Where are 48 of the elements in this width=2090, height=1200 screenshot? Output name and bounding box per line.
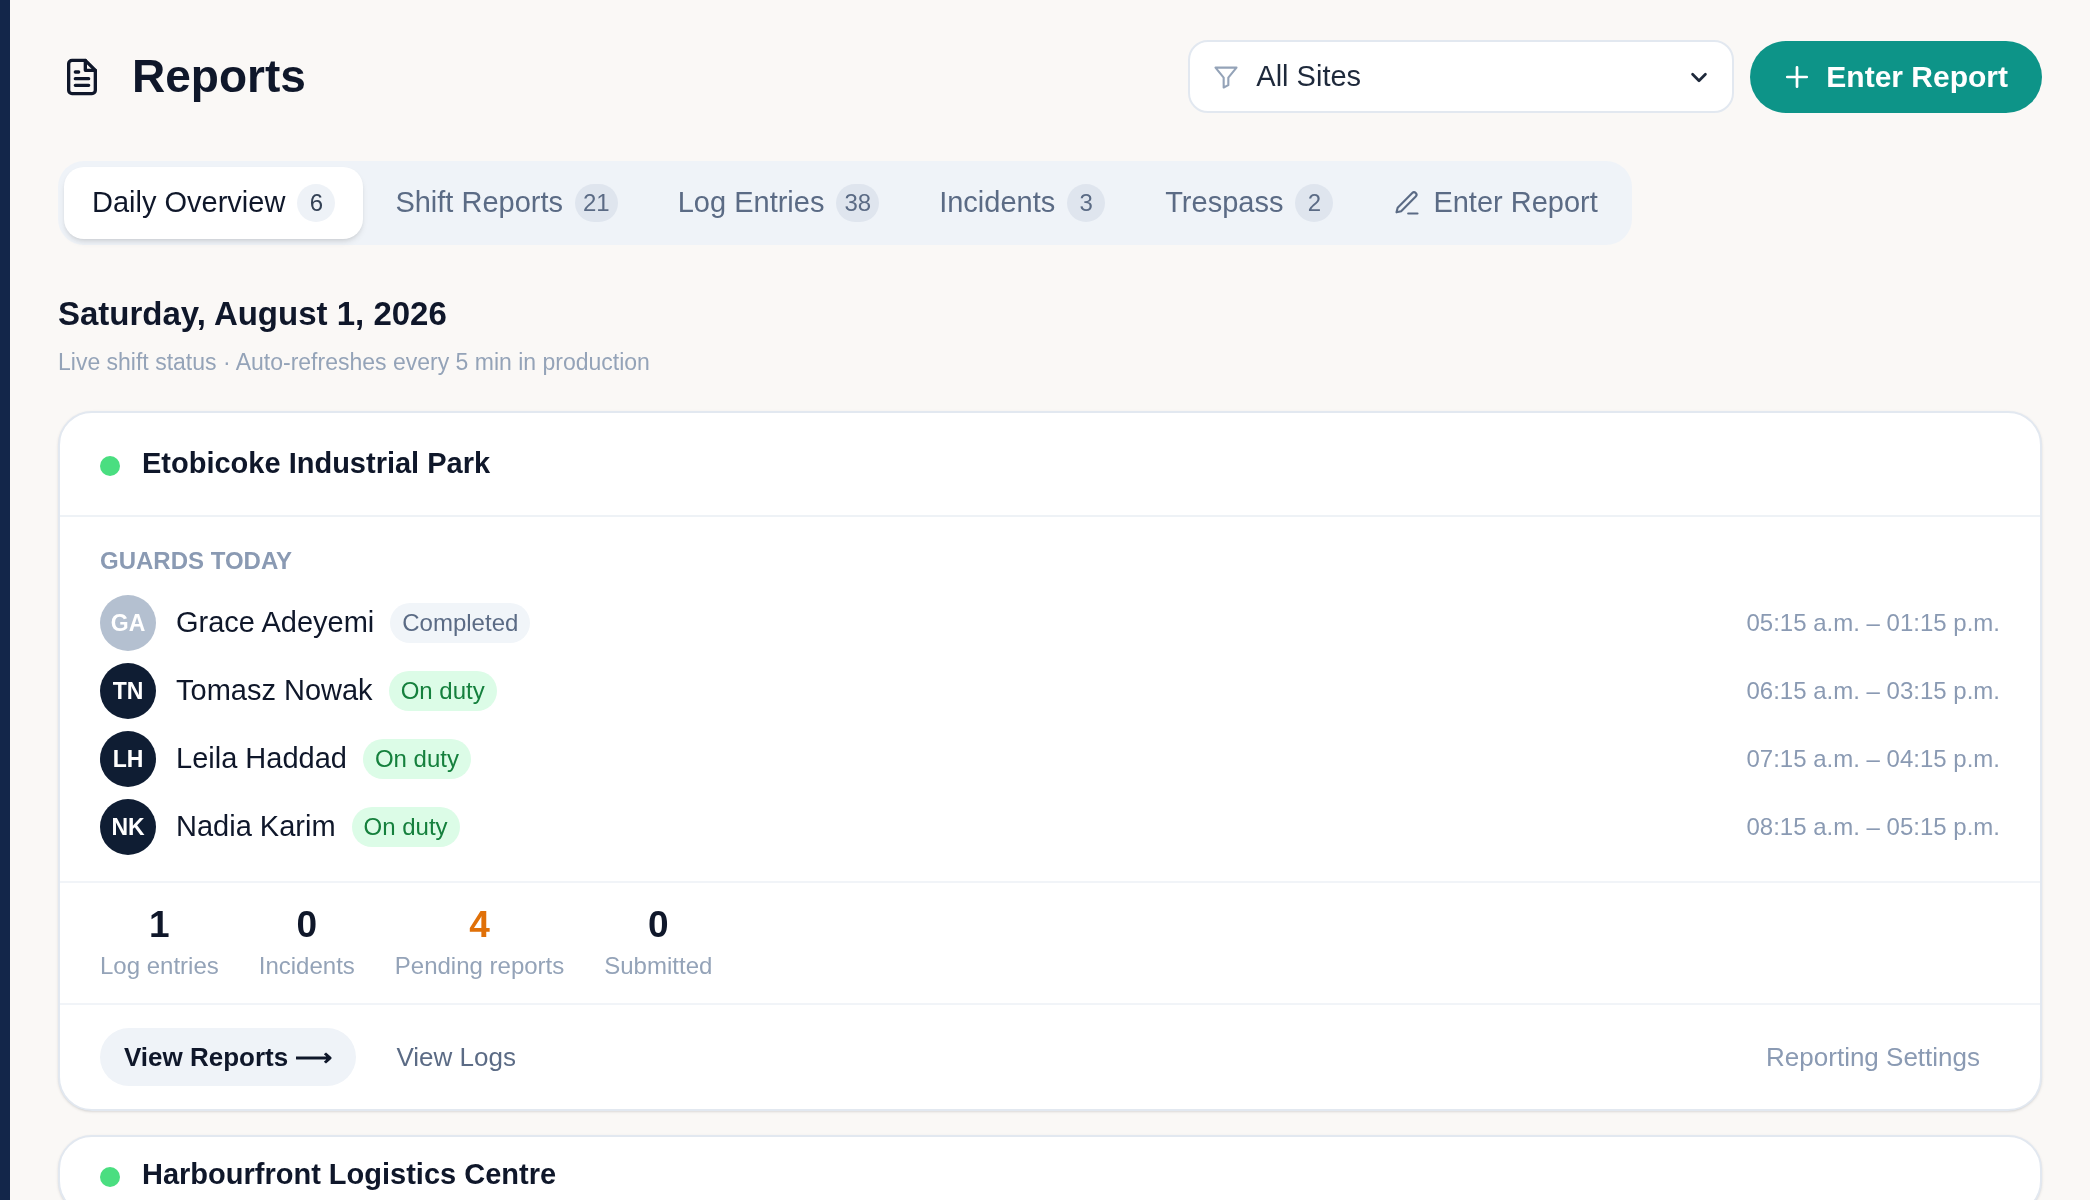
reporting-settings-link[interactable]: Reporting Settings: [1766, 1037, 1980, 1077]
stat-label: Submitted: [604, 951, 713, 982]
plus-icon: [1784, 63, 1811, 90]
stat-label: Pending reports: [394, 951, 565, 982]
avatar: GA: [100, 595, 156, 651]
tab[interactable]: Log Entries 38: [649, 167, 908, 239]
avatar: NK: [100, 799, 156, 855]
stat-value: 0: [648, 902, 669, 947]
status-badge: Completed: [390, 603, 531, 643]
shift-time: 08:15 a.m. – 05:15 p.m.: [1746, 812, 2000, 842]
tab-count-badge: 3: [1067, 184, 1106, 222]
section-label: GUARDS TODAY: [100, 546, 294, 576]
avatar: LH: [100, 731, 156, 787]
guard-name: Tomasz Nowak: [176, 673, 373, 709]
status-badge: On duty: [362, 739, 471, 779]
guard-name: Grace Adeyemi: [176, 605, 375, 641]
enter-report-button[interactable]: Enter Report: [1750, 40, 2042, 113]
status-badge: On duty: [351, 807, 460, 847]
view-logs-link[interactable]: View Logs: [374, 1028, 538, 1086]
stat-value: 4: [469, 902, 490, 947]
site-name: Etobicoke Industrial Park: [142, 446, 491, 482]
view-reports-button[interactable]: View Reports ⟶: [100, 1028, 357, 1086]
shift-time: 07:15 a.m. – 04:15 p.m.: [1746, 744, 2000, 774]
site-name: Harbourfront Logistics Centre: [142, 1157, 557, 1193]
pencil-icon: [1393, 189, 1422, 217]
date-heading: Saturday, August 1, 2026: [58, 294, 448, 334]
stat-label: Log entries: [100, 951, 219, 982]
tab[interactable]: Shift Reports 21: [367, 167, 646, 239]
tab-count-badge: 6: [297, 184, 336, 222]
page-title: Reports: [132, 49, 306, 104]
tab[interactable]: Trespass 2: [1137, 167, 1362, 239]
tab[interactable]: Enter Report: [1365, 167, 1626, 239]
tab[interactable]: Incidents 3: [911, 167, 1134, 239]
shift-time: 05:15 a.m. – 01:15 p.m.: [1746, 608, 2000, 638]
tab[interactable]: Daily Overview 6: [64, 167, 364, 239]
stat-label: Incidents: [258, 951, 355, 982]
subtitle-text: Live shift status · Auto-refreshes every 5 min in production: [58, 347, 651, 377]
tab-count-badge: 38: [836, 184, 880, 222]
stat-value: 0: [296, 902, 318, 947]
guard-name: Nadia Karim: [176, 809, 336, 845]
avatar: TN: [100, 663, 156, 719]
tab-count-badge: 21: [575, 184, 618, 222]
site-filter-dropdown[interactable]: All Sites: [1188, 40, 1735, 113]
stat-value: 1: [149, 902, 170, 947]
shift-time: 06:15 a.m. – 03:15 p.m.: [1746, 676, 2000, 706]
status-badge: On duty: [388, 671, 497, 711]
guard-name: Leila Haddad: [176, 741, 347, 777]
tab-count-badge: 2: [1295, 184, 1334, 222]
